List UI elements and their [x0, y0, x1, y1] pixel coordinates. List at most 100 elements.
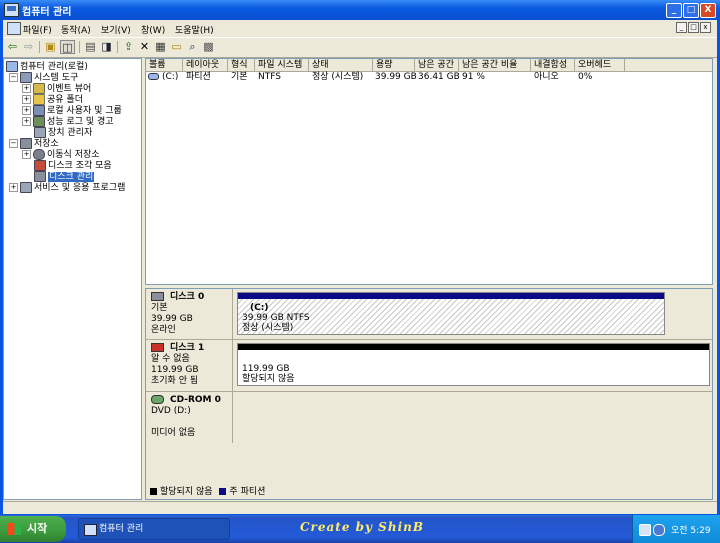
menu-window[interactable]: 창(W)	[141, 23, 165, 36]
delete-icon[interactable]: ✕	[137, 40, 152, 54]
volume-cell: (C:)	[148, 72, 178, 83]
start-label: 시작	[27, 522, 48, 535]
unallocated-size: 119.99 GB	[242, 364, 290, 374]
disk-1-label[interactable]: 디스크 1 알 수 없음 119.99 GB 초기화 안 됨	[146, 340, 233, 391]
expand-icon[interactable]: +	[22, 150, 31, 159]
settings-icon[interactable]: ▩	[201, 40, 216, 54]
tree-item-disk-management[interactable]: 디스크 관리	[34, 171, 95, 182]
open-icon[interactable]: ▭	[169, 40, 184, 54]
collapse-icon[interactable]: −	[9, 139, 18, 148]
cdrom-status: 미디어 없음	[151, 428, 196, 438]
column-header-layout[interactable]: 레이아웃	[183, 59, 228, 71]
menu-file[interactable]: 파일(F)	[23, 23, 52, 36]
partition-c-status: 정상 (시스템)	[242, 323, 294, 333]
windows-logo-icon	[8, 523, 21, 535]
column-header-volume[interactable]: 볼륨	[146, 59, 183, 71]
title-bar[interactable]: 컴퓨터 관리 _ □ X	[0, 0, 720, 20]
volume-icon	[148, 73, 159, 80]
removable-storage-icon	[33, 149, 45, 160]
toolbar-separator	[39, 41, 40, 53]
show-hide-tree-icon[interactable]: ◫	[60, 40, 75, 54]
maximize-button[interactable]: □	[683, 3, 699, 18]
expand-icon[interactable]: +	[9, 183, 18, 192]
tree-item-services[interactable]: + 서비스 및 응용 프로그램	[9, 182, 125, 193]
status-cell: 정상 (시스템)	[312, 72, 364, 82]
fault-tolerance-cell: 아니오	[534, 72, 559, 82]
menu-help[interactable]: 도움말(H)	[175, 23, 214, 36]
partition-c-label: (C:)	[250, 303, 269, 313]
volume-list: 볼륨 레이아웃 형식 파일 시스템 상태 용량 남은 공간 남은 공간 비율 내…	[145, 58, 713, 285]
table-row[interactable]: (C:) 파티션 기본 NTFS 정상 (시스템) 39.99 GB 36.41…	[146, 72, 712, 83]
computer-icon	[6, 61, 18, 72]
legend-primary-swatch	[219, 488, 227, 495]
cdrom-size	[151, 417, 232, 428]
taskbar-button-label: 컴퓨터 관리	[99, 524, 144, 534]
tree-item-device-manager[interactable]: 장치 관리자	[34, 127, 92, 138]
menu-view[interactable]: 보기(V)	[101, 23, 131, 36]
forward-icon[interactable]: ⇨	[21, 40, 36, 54]
clock[interactable]: 오전 5:29	[671, 523, 711, 536]
capacity-cell: 39.99 GB	[375, 72, 417, 82]
tree-item-system-tools[interactable]: − 시스템 도구	[9, 72, 78, 83]
expand-icon[interactable]: +	[22, 84, 31, 93]
disk-0-size: 39.99 GB	[151, 314, 193, 324]
back-icon[interactable]: ⇦	[5, 40, 20, 54]
disk-0-label[interactable]: 디스크 0 기본 39.99 GB 온라인	[146, 289, 233, 339]
minimize-button[interactable]: _	[666, 3, 682, 18]
help-icon[interactable]: ◨	[99, 40, 114, 54]
tree-item-shared-folders[interactable]: + 공유 폴더	[22, 94, 83, 105]
column-header-fault-tolerance[interactable]: 내결함성	[531, 59, 575, 71]
computer-management-icon	[4, 3, 19, 17]
expand-icon[interactable]: +	[22, 95, 31, 104]
tree-item-removable-storage[interactable]: + 이동식 저장소	[22, 149, 100, 160]
services-icon	[20, 182, 32, 193]
cdrom-row: CD-ROM 0 DVD (D:) 미디어 없음	[146, 392, 712, 443]
expand-icon[interactable]: +	[22, 106, 31, 115]
close-button[interactable]: X	[700, 3, 716, 18]
unallocated-partition[interactable]: 119.99 GB 할당되지 않음	[237, 343, 710, 386]
network-icon[interactable]	[639, 524, 651, 536]
disk-0-status: 온라인	[151, 325, 176, 335]
search-icon[interactable]: ⌕	[185, 40, 200, 54]
tree-item-root[interactable]: 컴퓨터 관리(로컬)	[6, 61, 88, 72]
tree-item-event-viewer[interactable]: + 이벤트 뷰어	[22, 83, 91, 94]
inner-minimize-button[interactable]: _	[676, 22, 687, 33]
unallocated-bar	[238, 344, 709, 350]
export-icon[interactable]: ⇪	[121, 40, 136, 54]
column-header-free-pct[interactable]: 남은 공간 비율	[459, 59, 531, 71]
column-header-filesystem[interactable]: 파일 시스템	[255, 59, 309, 71]
taskbar-button-computer-management[interactable]: 컴퓨터 관리	[78, 518, 230, 540]
cdrom-label[interactable]: CD-ROM 0 DVD (D:) 미디어 없음	[146, 392, 233, 443]
folder-icon	[33, 94, 45, 105]
inner-close-button[interactable]: x	[700, 22, 711, 33]
disk-1-status: 초기화 안 됨	[151, 376, 199, 386]
tree-item-storage[interactable]: − 저장소	[9, 138, 59, 149]
properties-icon[interactable]: ▤	[83, 40, 98, 54]
toolbar-separator	[79, 41, 80, 53]
partition-c[interactable]: (C:) 39.99 GB NTFS 정상 (시스템)	[237, 292, 665, 335]
inner-restore-button[interactable]: □	[688, 22, 699, 33]
properties2-icon[interactable]: ▦	[153, 40, 168, 54]
volume-icon[interactable]	[653, 524, 665, 536]
column-header-overhead[interactable]: 오버헤드	[575, 59, 625, 71]
expand-icon[interactable]: +	[22, 117, 31, 126]
taskbar: 시작 컴퓨터 관리 Create by ShinB 오전 5:29	[0, 515, 720, 543]
column-header-type[interactable]: 형식	[228, 59, 255, 71]
tree-item-defrag[interactable]: 디스크 조각 모음	[34, 160, 112, 171]
volume-list-header: 볼륨 레이아웃 형식 파일 시스템 상태 용량 남은 공간 남은 공간 비율 내…	[146, 59, 712, 72]
legend-primary-label: 주 파티션	[229, 487, 266, 497]
console-icon[interactable]	[7, 22, 21, 35]
column-header-status[interactable]: 상태	[309, 59, 373, 71]
collapse-icon[interactable]: −	[9, 73, 18, 82]
disk-icon	[151, 292, 164, 301]
menu-action[interactable]: 동작(A)	[61, 23, 91, 36]
cdrom-type: DVD (D:)	[151, 406, 191, 416]
start-button[interactable]: 시작	[0, 516, 66, 542]
up-icon[interactable]: ▣	[43, 40, 58, 54]
tree-item-local-users[interactable]: + 로컬 사용자 및 그룹	[22, 105, 122, 116]
tree-item-perf-logs[interactable]: + 성능 로그 및 경고	[22, 116, 114, 127]
cdrom-icon	[151, 395, 164, 404]
layout-cell: 파티션	[186, 72, 211, 82]
column-header-capacity[interactable]: 용량	[373, 59, 415, 71]
column-header-free[interactable]: 남은 공간	[415, 59, 459, 71]
